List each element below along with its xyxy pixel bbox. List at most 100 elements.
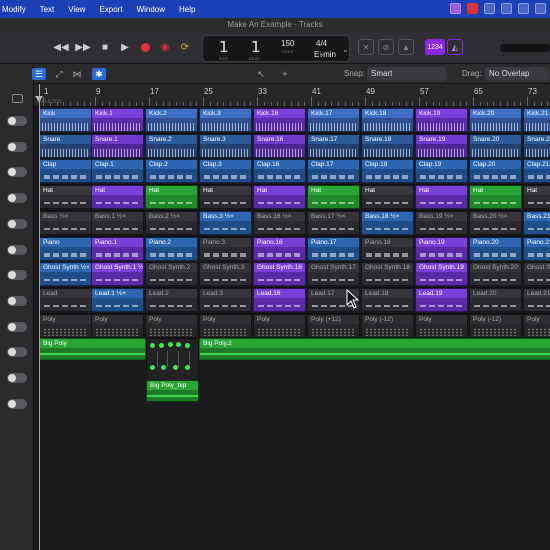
menu-text[interactable]: Text [33,5,62,14]
pointer-tool-icon[interactable]: ↖ [254,68,268,80]
region[interactable]: Big Poly_bip [146,380,199,403]
region[interactable]: Ghost Synth.16 [253,262,306,287]
region[interactable]: Poly [145,313,198,338]
region[interactable]: Hat [361,185,414,210]
region[interactable]: Poly (-12) [361,313,414,338]
region[interactable]: Lead.1 ½× [91,287,144,312]
track-on-off-toggle[interactable] [7,141,27,152]
region[interactable]: Clap.2 [145,159,198,184]
track-on-off-toggle[interactable] [7,116,27,126]
secondary-tool-icon[interactable]: + [278,68,292,80]
region[interactable]: Kick.19 [415,108,468,132]
region[interactable]: Piano.17 [307,236,360,261]
region[interactable]: Clap.19 [415,159,468,184]
region[interactable]: Bass.20 ½× [469,210,522,235]
region[interactable]: Hat [523,185,550,210]
region[interactable]: Kick.20 [469,108,522,132]
region[interactable]: Lead.18 [361,287,414,312]
menu-window[interactable]: Window [130,5,172,14]
add-track-icon[interactable] [12,94,23,103]
step-note[interactable] [168,342,173,348]
track-on-off-toggle[interactable] [7,321,27,332]
region[interactable]: Lead.3 [199,287,252,312]
menu-export[interactable]: Export [92,5,129,14]
region[interactable]: Kick.21 [523,108,550,132]
region[interactable]: Piano.16 [253,236,306,261]
track-on-off-toggle[interactable] [7,398,27,409]
snap-select[interactable]: Smart [367,67,447,81]
menu-view[interactable]: View [61,5,92,14]
region[interactable]: Snare [39,133,92,158]
region[interactable]: Poly [91,313,144,338]
playhead[interactable] [39,84,40,550]
track-on-off-toggle[interactable] [7,218,27,229]
region[interactable]: Poly (+12) [307,313,360,338]
track-on-off-toggle[interactable] [7,295,27,306]
region[interactable]: Bass.1 ½× [91,210,144,235]
region[interactable]: Piano.19 [415,236,468,261]
region[interactable]: Bass.2 ½× [145,210,198,235]
region[interactable]: Hat [145,185,198,210]
region[interactable]: Lead.19 [415,287,468,312]
region[interactable]: Hat [253,185,306,210]
track-on-off-toggle[interactable] [7,244,27,255]
region[interactable]: Poly (-12) [469,313,522,338]
region[interactable]: Ghost Synth.20 [469,262,522,287]
region[interactable]: Piano.18 [361,236,414,261]
tuner-button[interactable]: ⊘ [378,39,394,55]
region[interactable]: Piano.3 [199,236,252,261]
region[interactable]: Piano.2 [145,236,198,261]
region[interactable]: Snare.2 [145,133,198,158]
region[interactable]: Lead.21 [523,287,550,312]
region[interactable]: Kick.18 [361,108,414,132]
region[interactable]: Clap.20 [469,159,522,184]
app-status-icon[interactable] [467,3,478,14]
region[interactable]: Snare.20 [469,133,522,158]
region[interactable]: Big Poly [39,338,146,361]
region[interactable]: Poly [253,313,306,338]
region[interactable]: Snare.1 [91,133,144,158]
automation-icon[interactable]: ⤢ [52,68,66,80]
region[interactable]: Kick [39,108,92,132]
region[interactable]: Clap.18 [361,159,414,184]
region[interactable]: Snare.19 [415,133,468,158]
step-sequencer-pattern[interactable] [146,338,199,387]
region[interactable]: Hat [415,185,468,210]
cycle-button[interactable]: ⟳ [176,40,194,54]
region[interactable]: Poly [415,313,468,338]
region[interactable]: Hat [307,185,360,210]
lcd-display[interactable]: 1 1 BAR BEAT 150 KEEP 4/4 E♭min ⌄ [202,35,350,62]
region[interactable]: Kick.16 [253,108,306,132]
step-note[interactable] [176,342,181,348]
region[interactable]: Kick.1 [91,108,144,132]
region[interactable]: Lead [39,287,92,312]
region[interactable]: Clap.1 [91,159,144,184]
catch-playhead-icon[interactable]: ✱ [92,68,106,80]
bluetooth-icon[interactable] [518,3,529,14]
track-on-off-toggle[interactable] [7,347,27,358]
region[interactable]: Bass ½× [39,210,92,235]
region[interactable]: Clap.16 [253,159,306,184]
region[interactable]: Ghost Synth.3 [199,262,252,287]
region[interactable]: Snare.16 [253,133,306,158]
region[interactable]: Poly [39,313,92,338]
record-button[interactable] [136,40,154,54]
region[interactable]: Hat [469,185,522,210]
region[interactable]: Ghost Synth.1 ½× [91,262,144,287]
step-note[interactable] [185,343,190,349]
master-volume-slider[interactable] [500,44,550,52]
track-on-off-toggle[interactable] [7,167,27,178]
drag-select[interactable]: No Overlap [485,67,549,81]
region[interactable]: Piano.1 [91,236,144,261]
region[interactable]: Hat [91,185,144,210]
menu-help[interactable]: Help [172,5,202,14]
region[interactable]: Bass.21 [523,210,550,235]
region[interactable]: Piano [39,236,92,261]
region[interactable]: Poly [523,313,550,338]
region[interactable]: Bass.16 ½× [253,210,306,235]
region[interactable]: Poly [199,313,252,338]
region[interactable]: Clap.3 [199,159,252,184]
play-button[interactable]: ▶ [116,40,134,54]
rewind-button[interactable]: ◀◀ [52,40,70,54]
region[interactable]: Big Poly.2 [199,338,550,361]
